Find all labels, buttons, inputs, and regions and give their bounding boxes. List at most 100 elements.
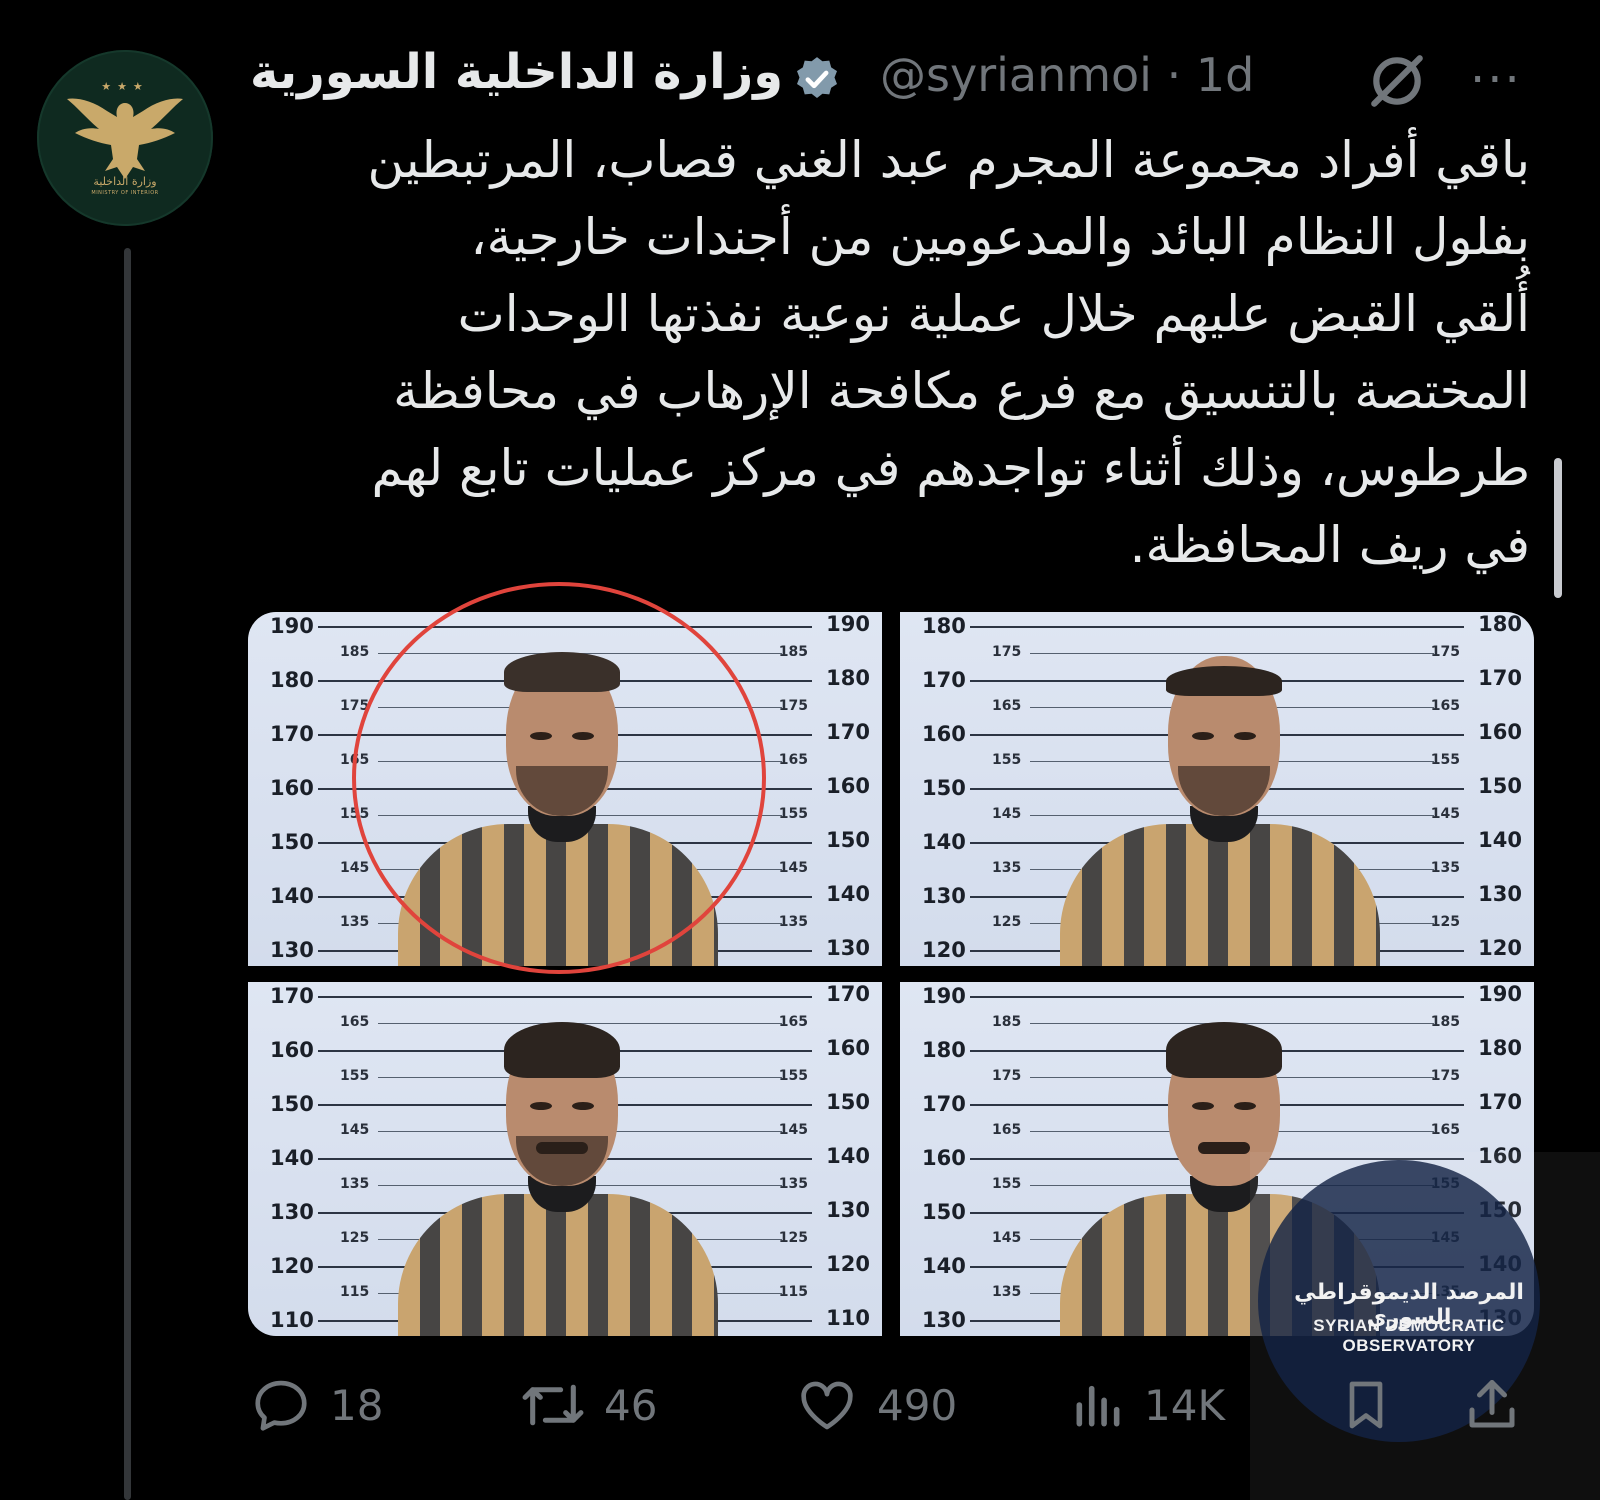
- bookmark-button[interactable]: [1338, 1370, 1412, 1440]
- tweet-text-line: في ريف المحافظة.: [1129, 516, 1530, 574]
- tweet-header: وزارة الداخلية السورية @syrianmoi · 1d ·…: [250, 40, 1550, 112]
- like-button[interactable]: 490: [795, 1370, 957, 1440]
- height-label: 170: [1478, 1090, 1522, 1114]
- height-label: 175: [1430, 644, 1460, 660]
- tweet-text: باقي أفراد مجموعة المجرم عبد الغني قصاب،…: [260, 122, 1530, 584]
- more-options-icon[interactable]: ···: [1470, 52, 1522, 108]
- height-label: 120: [826, 1252, 870, 1276]
- action-bar: 18 46 490 14K: [250, 1370, 1550, 1440]
- height-label: 165: [1430, 1122, 1460, 1138]
- height-label: 110: [826, 1306, 870, 1330]
- grok-icon[interactable]: [1366, 50, 1428, 112]
- analytics-icon: [1076, 1385, 1120, 1427]
- repost-icon: [522, 1384, 584, 1426]
- display-name[interactable]: وزارة الداخلية السورية: [250, 44, 783, 100]
- height-label: 175: [778, 698, 808, 714]
- striped-shirt: [398, 1194, 718, 1336]
- height-label: 170: [922, 1092, 966, 1116]
- height-label: 185: [340, 644, 370, 660]
- height-label: 160: [1478, 720, 1522, 744]
- avatar-label: وزارة الداخلية: [93, 175, 157, 188]
- height-label: 175: [992, 644, 1022, 660]
- height-label: 180: [922, 1038, 966, 1062]
- height-label: 125: [778, 1230, 808, 1246]
- height-label: 150: [1478, 774, 1522, 798]
- handle[interactable]: @syrianmoi: [880, 48, 1152, 102]
- handle-and-time[interactable]: @syrianmoi · 1d: [880, 48, 1254, 102]
- height-label: 160: [922, 1146, 966, 1170]
- height-label: 135: [1430, 860, 1460, 876]
- bookmark-icon: [1349, 1381, 1383, 1429]
- tweet-text-line: المختصة بالتنسيق مع فرع مكافحة الإرهاب ف…: [393, 362, 1530, 420]
- height-label: 165: [778, 1014, 808, 1030]
- reply-count: 18: [330, 1380, 384, 1430]
- height-ruler-line: [970, 626, 1464, 628]
- height-label: 190: [1478, 982, 1522, 1006]
- height-label: 125: [1430, 914, 1460, 930]
- height-label: 170: [270, 722, 314, 746]
- verified-badge-icon[interactable]: [792, 54, 842, 104]
- eye: [1234, 1102, 1256, 1110]
- height-label: 145: [992, 806, 1022, 822]
- share-button[interactable]: [1462, 1370, 1540, 1440]
- height-label: 125: [340, 1230, 370, 1246]
- height-label: 155: [992, 1176, 1022, 1192]
- height-label: 140: [826, 882, 870, 906]
- repost-button[interactable]: 46: [520, 1370, 657, 1440]
- scrollbar[interactable]: [1554, 458, 1562, 598]
- height-label: 130: [922, 884, 966, 908]
- reply-button[interactable]: 18: [250, 1370, 383, 1440]
- repost-count: 46: [604, 1380, 658, 1430]
- height-label: 170: [1478, 666, 1522, 690]
- height-label: 135: [992, 1284, 1022, 1300]
- height-label: 120: [1478, 936, 1522, 960]
- height-label: 165: [340, 1014, 370, 1030]
- height-label: 165: [1430, 698, 1460, 714]
- height-label: 175: [1430, 1068, 1460, 1084]
- height-label: 185: [1430, 1014, 1460, 1030]
- height-label: 135: [992, 860, 1022, 876]
- eagle-emblem-icon: [67, 98, 183, 179]
- height-ruler-line: [970, 996, 1464, 998]
- mustache: [536, 1142, 588, 1154]
- height-label: 180: [922, 614, 966, 638]
- height-label: 165: [778, 752, 808, 768]
- height-label: 180: [1478, 1036, 1522, 1060]
- height-label: 150: [922, 776, 966, 800]
- height-label: 145: [340, 1122, 370, 1138]
- eye: [1234, 732, 1256, 740]
- detainee-figure: [1060, 656, 1380, 966]
- height-label: 185: [992, 1014, 1022, 1030]
- tweet-text-line: بفلول النظام البائد والمدعومين من أجندات…: [470, 208, 1531, 266]
- hair: [504, 1022, 620, 1078]
- height-label: 140: [270, 1146, 314, 1170]
- reply-icon: [255, 1380, 307, 1431]
- timestamp[interactable]: 1d: [1196, 48, 1254, 102]
- watermark: المرصد الديموقراطي السوري SYRIAN DEMOCRA…: [1250, 1152, 1600, 1500]
- thread-line: [124, 248, 131, 1500]
- height-label: 130: [826, 936, 870, 960]
- mugshot-photo[interactable]: 180 180 170 170 160 160 150 150 140 140 130 130 120 1…: [900, 612, 1534, 966]
- height-label: 185: [778, 644, 808, 660]
- height-label: 180: [826, 666, 870, 690]
- height-label: 120: [922, 938, 966, 962]
- height-label: 170: [270, 984, 314, 1008]
- height-label: 170: [922, 668, 966, 692]
- height-label: 155: [340, 1068, 370, 1084]
- like-count: 490: [877, 1380, 958, 1430]
- height-label: 130: [922, 1308, 966, 1332]
- mugshot-photo[interactable]: 170 170 160 160 150 150 140 140 130 130 120 120 110 1…: [248, 982, 882, 1336]
- height-label: 125: [992, 914, 1022, 930]
- height-label: 170: [826, 720, 870, 744]
- eye: [1192, 1102, 1214, 1110]
- height-label: 180: [270, 668, 314, 692]
- views-count: 14K: [1144, 1380, 1225, 1430]
- height-label: 155: [778, 1068, 808, 1084]
- height-label: 150: [922, 1200, 966, 1224]
- avatar[interactable]: ★★★ وزارة الداخلية MINISTRY OF INTERIOR: [37, 50, 213, 226]
- avatar-sublabel: MINISTRY OF INTERIOR: [91, 190, 159, 196]
- views-button[interactable]: 14K: [1070, 1370, 1225, 1440]
- separator: ·: [1166, 48, 1182, 102]
- height-label: 180: [1478, 612, 1522, 636]
- highlight-circle: [352, 582, 766, 974]
